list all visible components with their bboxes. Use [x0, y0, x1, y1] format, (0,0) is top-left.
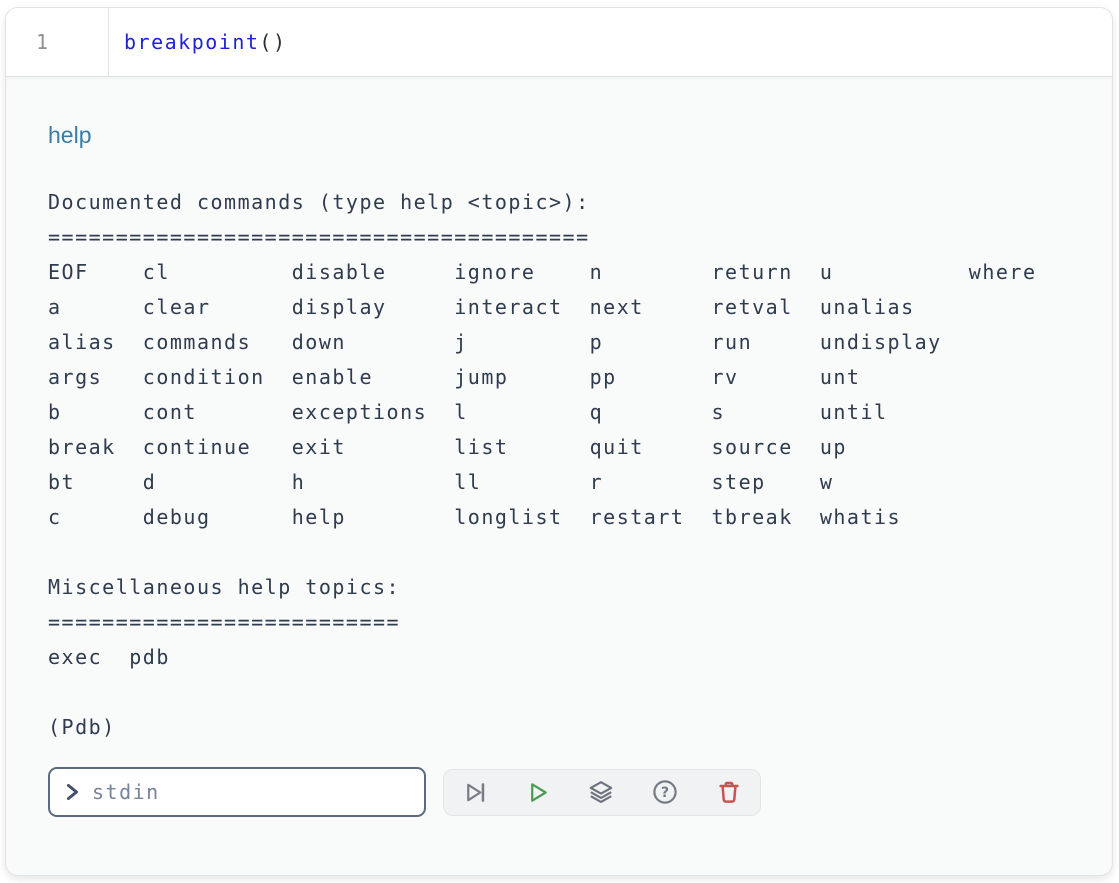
console-controls: ? — [48, 767, 1070, 817]
console-echoed-input: help — [48, 121, 1070, 149]
stdin-box[interactable] — [48, 767, 426, 817]
editor-gutter: 1 — [6, 8, 109, 76]
trash-icon — [716, 779, 742, 805]
console-panel: help Documented commands (type help <top… — [6, 77, 1112, 875]
console-output: Documented commands (type help <topic>):… — [48, 185, 1070, 745]
code-line[interactable]: breakpoint() — [109, 8, 287, 76]
line-number: 1 — [36, 30, 50, 54]
help-button[interactable]: ? — [648, 775, 682, 809]
question-circle-icon: ? — [652, 779, 678, 805]
code-token-builtin: breakpoint — [124, 30, 259, 54]
code-token-parens: () — [259, 30, 286, 54]
skip-next-icon — [462, 780, 487, 805]
play-icon — [525, 780, 550, 805]
console-toolbar: ? — [443, 769, 761, 816]
stdin-input[interactable] — [92, 780, 408, 804]
clear-button[interactable] — [712, 775, 746, 809]
skip-next-button[interactable] — [458, 776, 491, 809]
layers-icon — [588, 779, 614, 805]
stack-button[interactable] — [584, 775, 618, 809]
code-editor[interactable]: 1 breakpoint() — [6, 8, 1112, 77]
ide-panel: 1 breakpoint() help Documented commands … — [5, 7, 1113, 876]
chevron-right-icon — [66, 783, 79, 801]
run-button[interactable] — [521, 776, 554, 809]
svg-text:?: ? — [661, 785, 669, 801]
